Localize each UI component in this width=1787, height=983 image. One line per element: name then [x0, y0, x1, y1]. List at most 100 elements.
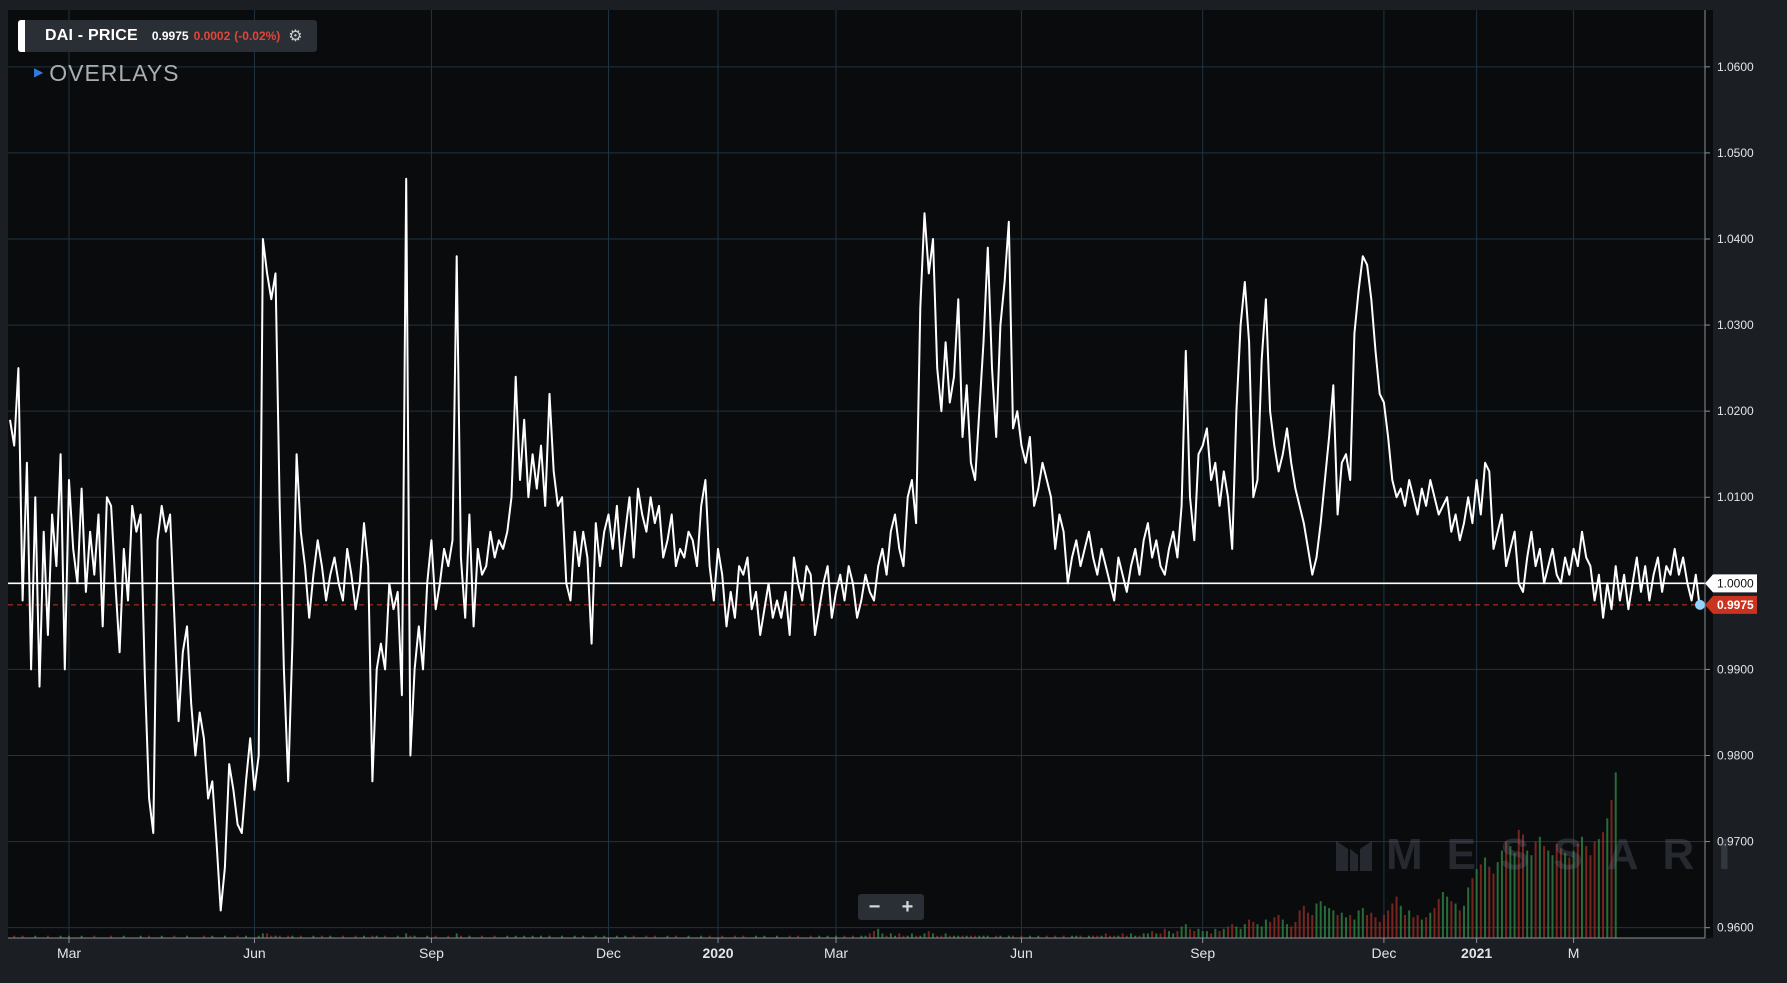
volume-bar	[1264, 919, 1267, 938]
overlays-toggle[interactable]: ▶ OVERLAYS	[34, 60, 180, 87]
volume-bar	[1323, 905, 1326, 938]
volume-bar	[1298, 910, 1301, 938]
volume-bar	[1450, 901, 1453, 938]
volume-bar	[1201, 931, 1204, 938]
volume-bar	[1332, 910, 1335, 938]
gear-icon[interactable]: ⚙	[288, 26, 302, 46]
volume-bar	[1433, 908, 1436, 938]
volume-bar	[1357, 910, 1360, 938]
y-tick-label: 1.0300	[1717, 318, 1754, 332]
x-tick-label: Sep	[1190, 945, 1215, 961]
volume-bar	[1210, 933, 1213, 938]
volume-bar	[1462, 905, 1465, 938]
volume-bar	[1146, 933, 1149, 938]
volume-bar	[1302, 905, 1305, 938]
caret-right-icon: ▶	[34, 64, 44, 79]
volume-bar	[1471, 878, 1474, 938]
volume-bar	[1226, 926, 1229, 938]
legend-title: DAI - PRICE	[45, 27, 138, 44]
legend-bar: DAI - PRICE 0.9975 0.0002 (-0.02%) ⚙	[18, 20, 317, 52]
volume-bar	[455, 933, 458, 938]
volume-bar	[261, 933, 264, 938]
y-tick-label: 0.9900	[1717, 662, 1754, 676]
volume-bar	[1189, 928, 1192, 938]
last-price-dot	[1695, 599, 1705, 610]
volume-bar	[1412, 917, 1415, 938]
volume-bar	[1366, 915, 1369, 938]
volume-bar	[927, 931, 930, 938]
volume-bar	[1121, 933, 1124, 938]
volume-bar	[1340, 912, 1343, 938]
volume-bar	[1437, 898, 1440, 938]
x-tick-label: Sep	[419, 945, 444, 961]
volume-bar	[1180, 926, 1183, 938]
volume-bar	[1277, 915, 1280, 938]
volume-bar	[1163, 928, 1166, 938]
volume-bar	[881, 933, 884, 938]
x-tick-label: Jun	[1010, 945, 1033, 961]
volume-bar	[1467, 887, 1470, 938]
messari-logo-icon	[1336, 841, 1372, 871]
volume-bar	[931, 933, 934, 938]
x-tick-label: M	[1568, 945, 1580, 961]
volume-bar	[1416, 915, 1419, 938]
x-tick-label: Mar	[57, 945, 81, 961]
volume-bar	[1159, 933, 1162, 938]
volume-bar	[1155, 933, 1158, 938]
volume-bar	[1290, 926, 1293, 938]
volume-bar	[1328, 908, 1331, 938]
volume-bar	[1336, 915, 1339, 938]
legend-drag-handle[interactable]	[18, 20, 25, 52]
volume-bar	[910, 933, 913, 938]
volume-bar	[1349, 915, 1352, 938]
volume-bar	[1151, 931, 1154, 938]
volume-bar	[1222, 928, 1225, 938]
x-tick-label: 2020	[702, 945, 733, 961]
volume-bar	[1235, 926, 1238, 938]
volume-bar	[1104, 933, 1107, 938]
x-tick-label: Dec	[1371, 945, 1396, 961]
last-price-label: 0.9975	[1717, 598, 1754, 612]
reference-label: 1.0000	[1717, 576, 1754, 590]
volume-bar	[889, 933, 892, 938]
volume-bar	[1307, 912, 1310, 938]
volume-bar	[1311, 915, 1314, 938]
legend-price: 0.9975	[151, 29, 189, 43]
zoom-control: − +	[858, 894, 924, 920]
volume-bar	[1260, 926, 1263, 938]
zoom-in-button[interactable]: +	[893, 894, 923, 920]
volume-bar	[1319, 901, 1322, 938]
zoom-out-button[interactable]: −	[860, 894, 890, 920]
y-tick-label: 1.0200	[1717, 404, 1754, 418]
y-tick-label: 0.9800	[1717, 748, 1754, 762]
volume-bar	[1239, 928, 1242, 938]
volume-bar	[1344, 917, 1347, 938]
x-tick-label: 2021	[1461, 945, 1492, 961]
volume-bar	[1374, 917, 1377, 938]
volume-bar	[1248, 919, 1251, 938]
volume-bar	[1167, 931, 1170, 938]
volume-bar	[1391, 903, 1394, 938]
volume-bar	[1403, 915, 1406, 938]
volume-bar	[1142, 933, 1145, 938]
volume-bar	[872, 931, 875, 938]
chart-root: 0.96000.97000.98000.99001.00001.01001.02…	[0, 0, 1787, 983]
volume-bar	[1205, 931, 1208, 938]
volume-bar	[1130, 933, 1133, 938]
volume-bar	[1281, 919, 1284, 938]
volume-bar	[1454, 903, 1457, 938]
volume-bar	[1361, 908, 1364, 938]
x-tick-label: Mar	[824, 945, 848, 961]
volume-bar	[1408, 910, 1411, 938]
volume-bar	[1458, 910, 1461, 938]
volume-bar	[944, 933, 947, 938]
volume-bar	[1420, 919, 1423, 938]
watermark-text: MESSARI	[1386, 830, 1755, 879]
volume-bar	[1315, 903, 1318, 938]
volume-bar	[1231, 924, 1234, 938]
volume-bar	[868, 933, 871, 938]
volume-bar	[1446, 896, 1449, 938]
volume-bar	[1370, 912, 1373, 938]
volume-bar	[1269, 921, 1272, 938]
y-tick-label: 0.9600	[1717, 921, 1754, 935]
